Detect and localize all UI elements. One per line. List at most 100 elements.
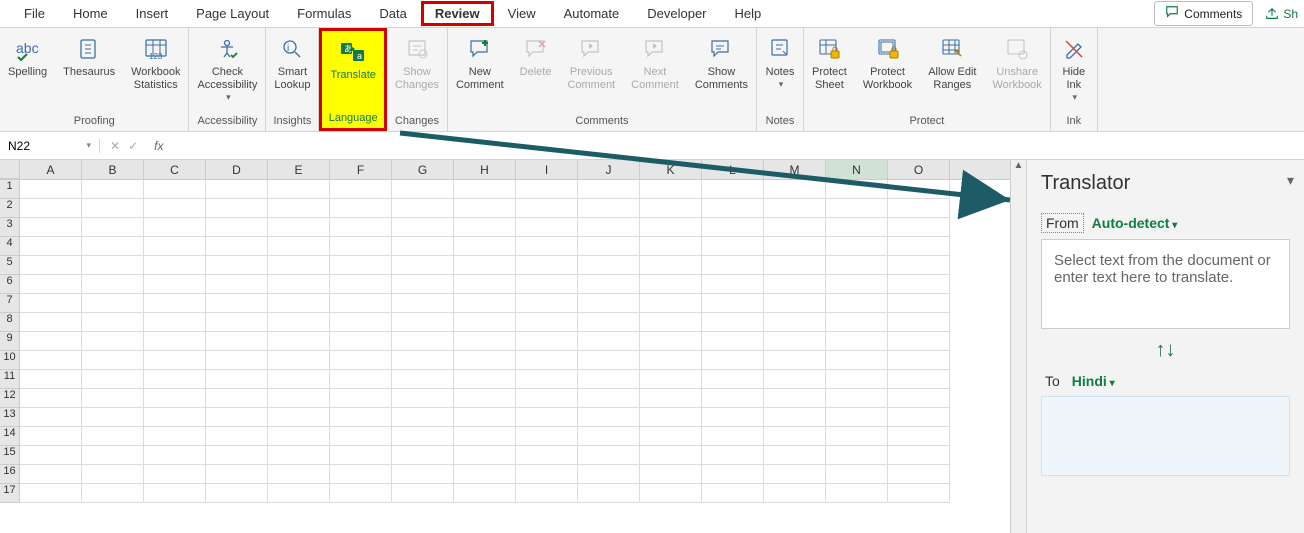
cell-J4[interactable] [578, 237, 640, 256]
cell-I9[interactable] [516, 332, 578, 351]
comments-button[interactable]: Comments [1154, 1, 1253, 26]
cell-D1[interactable] [206, 180, 268, 199]
cell-O1[interactable] [888, 180, 950, 199]
cell-E8[interactable] [268, 313, 330, 332]
cell-E11[interactable] [268, 370, 330, 389]
row-header-13[interactable]: 13 [0, 408, 20, 427]
cell-A14[interactable] [20, 427, 82, 446]
cell-C9[interactable] [144, 332, 206, 351]
cell-B9[interactable] [82, 332, 144, 351]
cell-H15[interactable] [454, 446, 516, 465]
cell-I8[interactable] [516, 313, 578, 332]
cell-N15[interactable] [826, 446, 888, 465]
spelling-button[interactable]: abc Spelling [0, 28, 55, 113]
translate-input[interactable]: Select text from the document or enter t… [1041, 239, 1290, 329]
cell-N16[interactable] [826, 465, 888, 484]
cell-K8[interactable] [640, 313, 702, 332]
cell-H6[interactable] [454, 275, 516, 294]
fx-icon[interactable]: fx [148, 139, 169, 153]
cell-M5[interactable] [764, 256, 826, 275]
cell-F4[interactable] [330, 237, 392, 256]
cell-H4[interactable] [454, 237, 516, 256]
cell-D5[interactable] [206, 256, 268, 275]
cell-I17[interactable] [516, 484, 578, 503]
cell-L1[interactable] [702, 180, 764, 199]
cell-A7[interactable] [20, 294, 82, 313]
cell-D9[interactable] [206, 332, 268, 351]
cell-N1[interactable] [826, 180, 888, 199]
tab-home[interactable]: Home [59, 1, 122, 26]
cell-H3[interactable] [454, 218, 516, 237]
smart-lookup-button[interactable]: i Smart Lookup [266, 28, 318, 113]
tab-data[interactable]: Data [365, 1, 420, 26]
cell-F16[interactable] [330, 465, 392, 484]
cell-H16[interactable] [454, 465, 516, 484]
cell-J11[interactable] [578, 370, 640, 389]
cell-F12[interactable] [330, 389, 392, 408]
cell-I12[interactable] [516, 389, 578, 408]
cell-G1[interactable] [392, 180, 454, 199]
cell-L3[interactable] [702, 218, 764, 237]
cell-A15[interactable] [20, 446, 82, 465]
row-header-7[interactable]: 7 [0, 294, 20, 313]
row-header-3[interactable]: 3 [0, 218, 20, 237]
column-header-J[interactable]: J [578, 160, 640, 179]
cell-C17[interactable] [144, 484, 206, 503]
cell-D11[interactable] [206, 370, 268, 389]
cell-B11[interactable] [82, 370, 144, 389]
cell-D17[interactable] [206, 484, 268, 503]
cell-K10[interactable] [640, 351, 702, 370]
cell-J16[interactable] [578, 465, 640, 484]
cell-C16[interactable] [144, 465, 206, 484]
cell-G15[interactable] [392, 446, 454, 465]
vertical-scrollbar[interactable]: ▲ [1010, 160, 1026, 533]
cell-H13[interactable] [454, 408, 516, 427]
row-header-5[interactable]: 5 [0, 256, 20, 275]
cell-N13[interactable] [826, 408, 888, 427]
cell-J8[interactable] [578, 313, 640, 332]
from-language-dropdown[interactable]: Auto-detect [1092, 215, 1178, 231]
cell-C1[interactable] [144, 180, 206, 199]
cell-G10[interactable] [392, 351, 454, 370]
cell-K15[interactable] [640, 446, 702, 465]
tab-insert[interactable]: Insert [122, 1, 183, 26]
cell-M8[interactable] [764, 313, 826, 332]
column-header-D[interactable]: D [206, 160, 268, 179]
cell-K7[interactable] [640, 294, 702, 313]
cell-M7[interactable] [764, 294, 826, 313]
cell-B15[interactable] [82, 446, 144, 465]
cell-D16[interactable] [206, 465, 268, 484]
cell-C13[interactable] [144, 408, 206, 427]
cell-O7[interactable] [888, 294, 950, 313]
cell-G17[interactable] [392, 484, 454, 503]
cell-L13[interactable] [702, 408, 764, 427]
cell-E3[interactable] [268, 218, 330, 237]
row-header-1[interactable]: 1 [0, 180, 20, 199]
cell-K1[interactable] [640, 180, 702, 199]
cell-D13[interactable] [206, 408, 268, 427]
cell-D8[interactable] [206, 313, 268, 332]
cell-H17[interactable] [454, 484, 516, 503]
cell-H14[interactable] [454, 427, 516, 446]
swap-languages-button[interactable]: ↑↓ [1041, 339, 1290, 362]
cell-G12[interactable] [392, 389, 454, 408]
tab-formulas[interactable]: Formulas [283, 1, 365, 26]
cell-A4[interactable] [20, 237, 82, 256]
cell-G11[interactable] [392, 370, 454, 389]
cell-D12[interactable] [206, 389, 268, 408]
cell-J12[interactable] [578, 389, 640, 408]
cell-L2[interactable] [702, 199, 764, 218]
cell-N11[interactable] [826, 370, 888, 389]
column-header-C[interactable]: C [144, 160, 206, 179]
cell-D10[interactable] [206, 351, 268, 370]
cell-A3[interactable] [20, 218, 82, 237]
column-header-F[interactable]: F [330, 160, 392, 179]
cell-I15[interactable] [516, 446, 578, 465]
cell-N3[interactable] [826, 218, 888, 237]
cell-L6[interactable] [702, 275, 764, 294]
cell-J6[interactable] [578, 275, 640, 294]
cell-I7[interactable] [516, 294, 578, 313]
cell-L17[interactable] [702, 484, 764, 503]
cell-E2[interactable] [268, 199, 330, 218]
cell-E12[interactable] [268, 389, 330, 408]
